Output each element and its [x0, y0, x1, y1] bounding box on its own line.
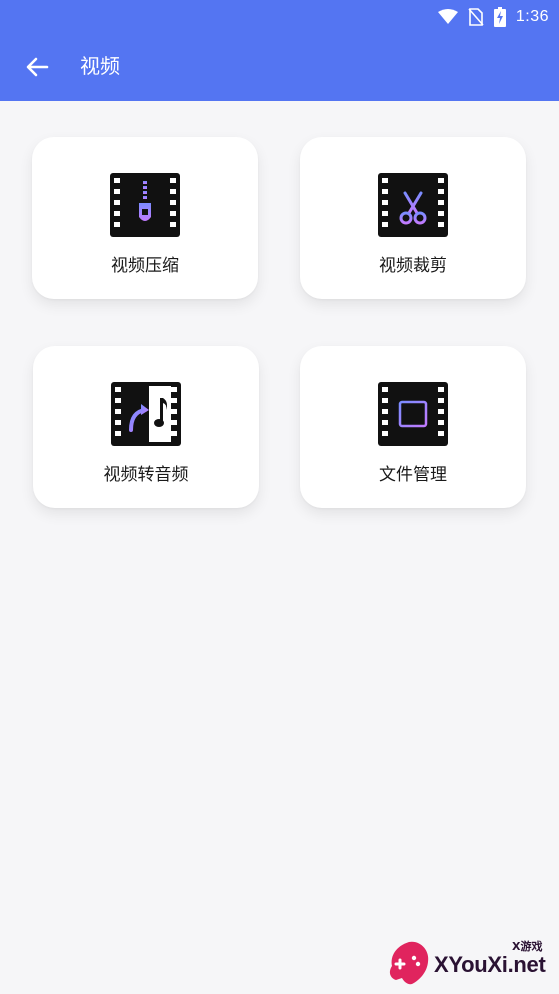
status-time: 1:36: [515, 8, 549, 25]
video-cut-icon: [378, 173, 448, 237]
video-compress-icon: [110, 173, 180, 237]
video-compress-card[interactable]: 视频压缩: [32, 137, 258, 299]
file-manager-label: 文件管理: [379, 465, 447, 485]
battery-charging-icon: [493, 7, 506, 27]
video-to-audio-label: 视频转音频: [103, 465, 189, 485]
arrow-left-icon: [26, 57, 49, 77]
watermark: X游戏 XYouXi.net: [386, 936, 556, 990]
gamepad-logo-icon: [389, 941, 429, 985]
no-sim-icon: [468, 8, 484, 26]
back-button[interactable]: [22, 52, 52, 82]
watermark-text: XYouXi.net: [434, 952, 546, 977]
page-title: 视频: [80, 54, 120, 78]
video-to-audio-card[interactable]: 视频转音频: [33, 346, 259, 508]
video-compress-label: 视频压缩: [111, 256, 179, 276]
file-manager-icon: [378, 382, 448, 446]
app-bar: 1:36 视频: [0, 0, 559, 101]
file-manager-card[interactable]: 文件管理: [300, 346, 526, 508]
status-bar: 1:36: [437, 6, 549, 28]
video-cut-label: 视频裁剪: [379, 256, 447, 276]
wifi-icon: [437, 9, 458, 24]
video-to-audio-icon: [111, 382, 181, 446]
video-cut-card[interactable]: 视频裁剪: [300, 137, 526, 299]
